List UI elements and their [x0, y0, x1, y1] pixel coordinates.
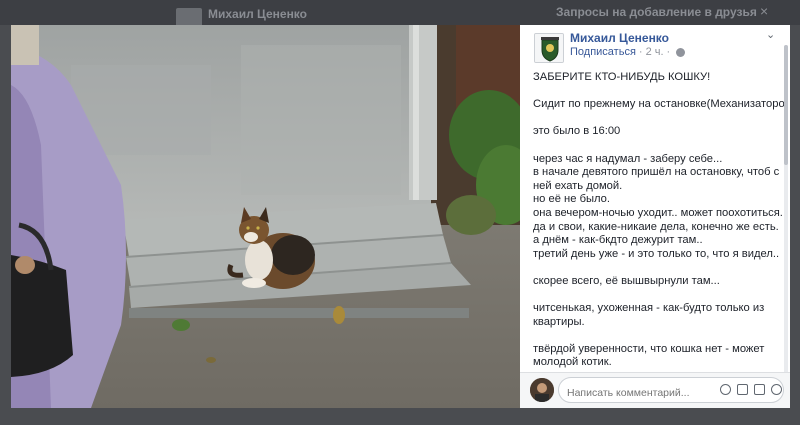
post-line: да и свои, какие-никаие дела, конечно же…	[533, 220, 779, 233]
post-line: но её не было.	[533, 193, 611, 206]
close-icon[interactable]: ×	[760, 3, 768, 19]
post-line: твёрдой уверенности, что кошка нет - мож…	[533, 342, 765, 355]
meta-separator: ·	[638, 46, 643, 58]
follow-link[interactable]: Подписаться	[570, 46, 636, 58]
chevron-down-icon[interactable]: ⌄	[766, 28, 775, 41]
post-line: ЗАБЕРИТЕ КТО-НИБУДЬ КОШКУ!	[533, 71, 711, 83]
cat-on-bench-photo	[11, 25, 520, 408]
post-paragraph: это было в 16:00	[533, 125, 787, 139]
emoji-icon[interactable]	[720, 384, 731, 395]
post-line: Сидит по прежнему на остановке(Механизат…	[533, 98, 787, 111]
post-text: ЗАБЕРИТЕ КТО-НИБУДЬ КОШКУ! Сидит по прежн…	[533, 71, 787, 371]
comment-bar	[520, 372, 790, 408]
post-time-link[interactable]: 2 ч.	[646, 46, 664, 58]
post-line: читсенькая, ухоженная - как-будто только…	[533, 302, 765, 315]
post-line: ней ехать домой.	[533, 179, 623, 192]
post-paragraph: скорее всего, её вышвырнули там...	[533, 275, 787, 289]
post-paragraph: Сидит по прежнему на остановке(Механизат…	[533, 98, 787, 112]
post-line: в начале девятого пришёл на остановку, ч…	[533, 166, 780, 179]
post-line: это было в 16:00	[533, 125, 621, 138]
background-author-name: Михаил Цененко	[208, 7, 307, 21]
meta-separator-2: ·	[666, 46, 671, 58]
panel-scrollbar[interactable]	[784, 45, 788, 395]
post-line: третий день уже - и это только то, что я…	[533, 247, 780, 260]
sticker-icon[interactable]	[771, 384, 782, 395]
post-line: она вечером-ночью уходит.. может поохоти…	[533, 206, 783, 219]
camera-icon[interactable]	[737, 384, 748, 395]
post-side-panel: Михаил Цененко Подписаться · 2 ч. · ⌄ ЗА…	[520, 25, 790, 408]
gif-icon[interactable]	[754, 384, 765, 395]
author-avatar[interactable]	[534, 33, 564, 63]
post-line: скорее всего, её вышвырнули там...	[533, 274, 720, 287]
post-paragraph: читсенькая, ухоженная - как-будто только…	[533, 302, 787, 329]
coat-of-arms-icon	[535, 34, 563, 62]
background-avatar	[176, 8, 202, 25]
post-photo[interactable]	[11, 25, 520, 408]
friend-requests-title: Запросы на добавление в друзья	[556, 5, 757, 19]
post-meta: Подписаться · 2 ч. ·	[570, 46, 686, 58]
commenter-avatar	[530, 378, 554, 402]
comment-icons	[720, 384, 782, 395]
post-line: молодой котик.	[533, 356, 612, 369]
post-line: а днём - как-бкдто дежурит там..	[533, 234, 703, 247]
author-name-link[interactable]: Михаил Цененко	[570, 31, 669, 45]
post-line: через час я надумал - заберу себе...	[533, 152, 723, 165]
globe-icon	[676, 47, 686, 57]
user-avatar-icon	[530, 378, 554, 402]
post-line: квартиры.	[533, 315, 585, 328]
scrollbar-thumb[interactable]	[784, 45, 788, 165]
post-paragraph: через час я надумал - заберу себе... в на…	[533, 153, 787, 262]
post-paragraph: твёрдой уверенности, что кошка нет - мож…	[533, 343, 787, 370]
post-paragraph: ЗАБЕРИТЕ КТО-НИБУДЬ КОШКУ!	[533, 71, 787, 85]
